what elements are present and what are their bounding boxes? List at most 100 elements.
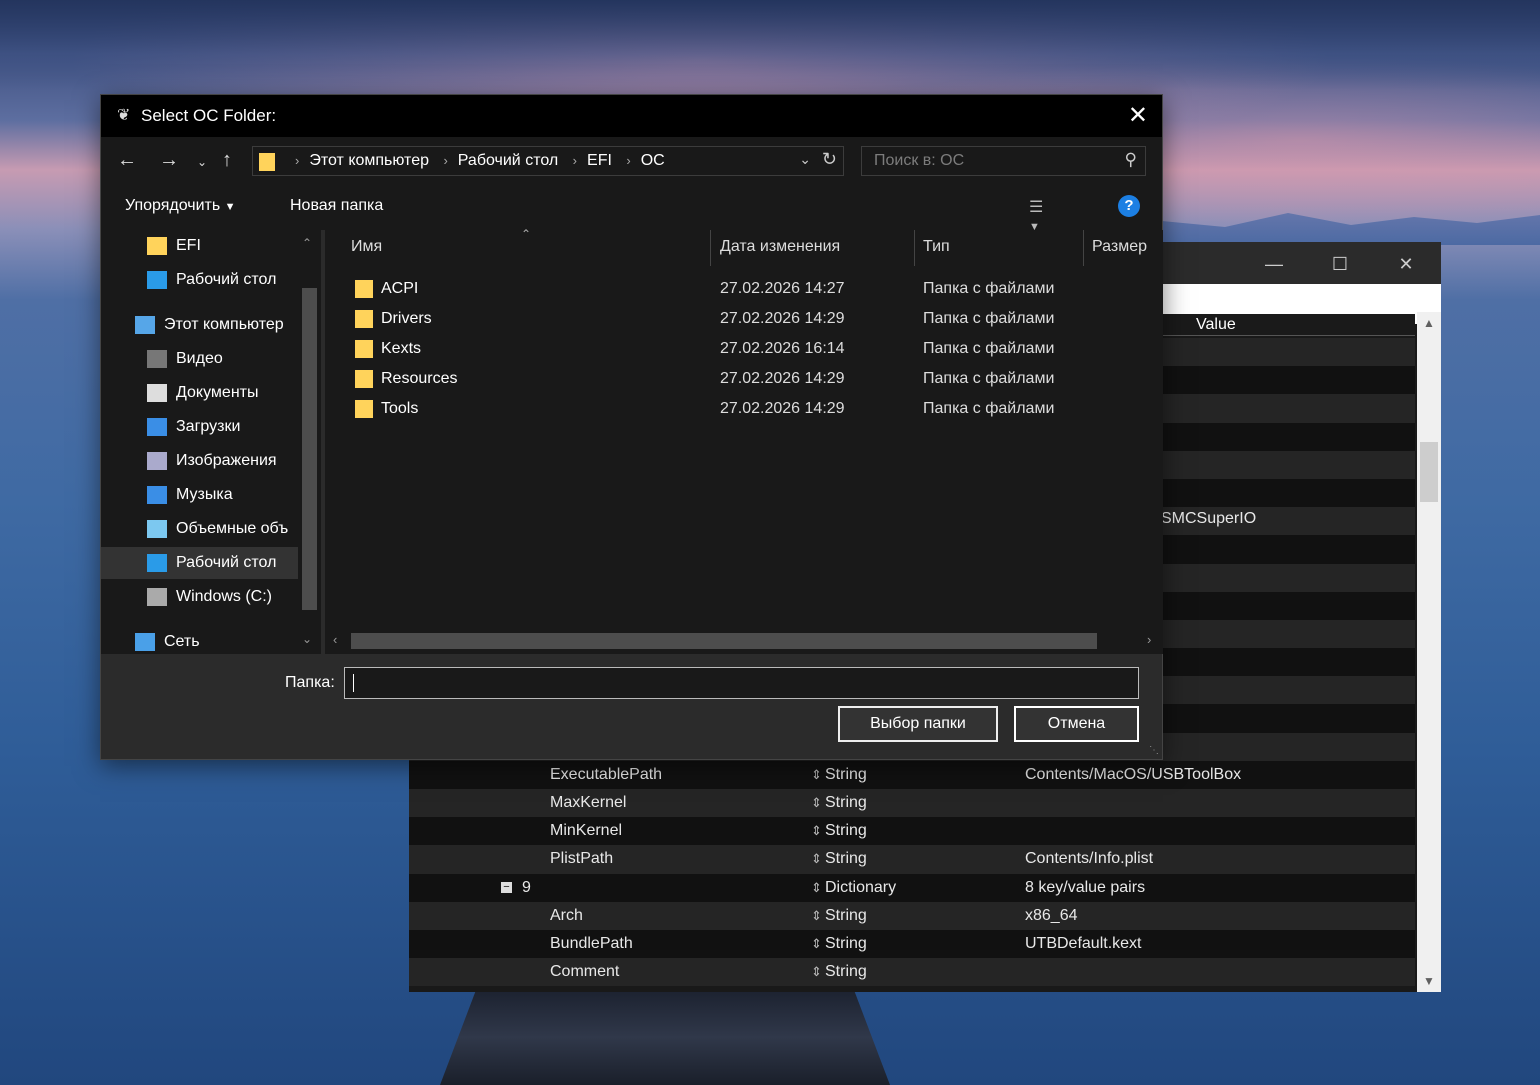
select-folder-button[interactable]: Выбор папки [838, 706, 998, 742]
file-row[interactable]: ACPI 27.02.2026 14:27 Папка с файлами [325, 274, 1145, 304]
plist-row[interactable]: MinKernel ⇕ String [409, 817, 1415, 846]
folder-icon [147, 237, 167, 255]
editor-vertical-scrollbar[interactable]: ▲ ▼ [1417, 312, 1441, 992]
row-type[interactable]: ⇕ String [811, 789, 867, 817]
plist-row[interactable]: PlistPath ⇕ String Contents/Info.plist [409, 845, 1415, 874]
file-row[interactable]: Drivers 27.02.2026 14:29 Папка с файлами [325, 304, 1145, 334]
view-options-icon[interactable]: ☰ ▼ [1029, 197, 1055, 233]
horizontal-scrollbar[interactable]: ‹ › [325, 630, 1163, 652]
row-type[interactable]: ⇕ String [811, 930, 867, 958]
nav-item[interactable]: Загрузки [101, 411, 298, 443]
folder-icon [355, 340, 373, 358]
row-type-label: String [825, 963, 867, 981]
scroll-up-icon[interactable]: ▲ [1417, 316, 1441, 330]
search-input[interactable]: Поиск в: OC ⚲ [861, 146, 1146, 176]
row-type-label: String [825, 934, 867, 952]
plist-row[interactable]: BundlePath ⇕ String UTBDefault.kext [409, 929, 1415, 959]
nav-item[interactable]: EFI [101, 230, 298, 262]
recent-locations-chevron-icon[interactable]: ⌄ [197, 155, 207, 169]
folder-icon [355, 280, 373, 298]
computer-icon [135, 316, 155, 334]
refresh-icon[interactable]: ↻ [822, 149, 837, 170]
plist-row[interactable]: MaxKernel ⇕ String [409, 789, 1415, 818]
new-folder-button[interactable]: Новая папка [290, 197, 383, 215]
address-bar[interactable]: › Этот компьютер › Рабочий стол › EFI › OC ⌄… [252, 146, 844, 176]
column-header-name[interactable]: Имя [351, 238, 382, 256]
scroll-right-icon[interactable]: › [1147, 632, 1151, 647]
plist-row[interactable]: −9 ⇕ Dictionary 8 key/value pairs [409, 873, 1415, 902]
scroll-left-icon[interactable]: ‹ [333, 632, 337, 647]
file-row[interactable]: Kexts 27.02.2026 16:14 Папка с файлами [325, 334, 1145, 364]
row-type-label: String [825, 794, 867, 811]
search-icon[interactable]: ⚲ [1125, 150, 1137, 170]
nav-item[interactable]: Этот компьютер [101, 309, 298, 341]
file-row[interactable]: Tools 27.02.2026 14:29 Папка с файлами [325, 394, 1145, 424]
breadcrumb-item[interactable]: Этот компьютер [309, 152, 429, 169]
plist-row[interactable]: Arch ⇕ String x86_64 [409, 901, 1415, 930]
scroll-down-icon[interactable]: ▼ [1417, 974, 1441, 988]
organize-menu-button[interactable]: Упорядочить ▼ [125, 197, 236, 215]
plist-row[interactable]: Comment ⇕ String [409, 958, 1415, 987]
close-icon[interactable]: ✕ [1128, 101, 1148, 130]
file-row[interactable]: Resources 27.02.2026 14:29 Папка с файлами [325, 364, 1145, 394]
back-arrow-icon[interactable]: ← [117, 149, 137, 172]
text-caret [353, 674, 354, 692]
nav-item-label: Объемные объ [176, 520, 289, 537]
row-key: Arch [550, 906, 583, 924]
maximize-icon[interactable]: ☐ [1328, 252, 1352, 276]
minimize-icon[interactable]: — [1262, 252, 1286, 276]
folder-icon [355, 370, 373, 388]
value-column-header[interactable]: Value [1159, 314, 1415, 336]
dialog-footer: Папка: Выбор папки Отмена ⋱ [101, 654, 1162, 759]
chevron-down-icon[interactable]: ⌄ [799, 151, 811, 168]
resize-grip-icon[interactable]: ⋱ [1149, 745, 1159, 756]
nav-item[interactable]: Рабочий стол [101, 264, 298, 296]
nav-item[interactable]: Windows (C:) [101, 581, 298, 613]
row-type[interactable]: ⇕ String [811, 817, 867, 845]
cancel-button[interactable]: Отмена [1014, 706, 1139, 742]
nav-item[interactable]: Объемные объ [101, 513, 298, 545]
nav-item[interactable]: Изображения [101, 445, 298, 477]
dialog-title: Select OC Folder: [141, 106, 277, 125]
app-feather-icon: ❦ [117, 107, 131, 124]
help-icon[interactable]: ? [1118, 195, 1140, 217]
scroll-thumb[interactable] [302, 288, 317, 610]
collapse-icon[interactable]: − [501, 881, 512, 893]
nav-item[interactable]: Рабочий стол [101, 547, 298, 579]
file-name: Kexts [381, 340, 422, 357]
scroll-up-icon[interactable]: ⌃ [302, 236, 312, 250]
close-icon[interactable]: ✕ [1394, 252, 1418, 276]
row-type[interactable]: ⇕ String [811, 902, 867, 930]
row-type[interactable]: ⇕ Dictionary [811, 874, 896, 902]
column-header-type[interactable]: Тип [923, 238, 950, 256]
scroll-down-icon[interactable]: ⌄ [302, 632, 312, 646]
column-divider[interactable] [914, 230, 915, 266]
breadcrumb-item[interactable]: EFI [587, 152, 612, 169]
breadcrumb-item[interactable]: OC [641, 152, 665, 169]
column-divider[interactable] [1083, 230, 1084, 266]
column-header-date[interactable]: Дата изменения [720, 238, 840, 256]
row-key: 9 [522, 878, 531, 896]
folder-name-field[interactable] [344, 667, 1139, 699]
column-header-size[interactable]: Размер [1092, 238, 1147, 256]
nav-item[interactable]: Документы [101, 377, 298, 409]
nav-item[interactable]: Музыка [101, 479, 298, 511]
row-type[interactable]: ⇕ String [811, 761, 867, 789]
row-key: MinKernel [550, 822, 623, 840]
row-type[interactable]: ⇕ String [811, 845, 867, 873]
nav-item-label: Музыка [176, 486, 233, 503]
up-arrow-icon[interactable]: ↑ [222, 149, 232, 172]
breadcrumb-item[interactable]: Рабочий стол [458, 152, 558, 169]
navigation-pane: ⌃ ⌄ EFI Рабочий стол Этот компьютер Видео До… [101, 230, 321, 654]
nav-item[interactable]: Видео [101, 343, 298, 375]
nav-item[interactable]: Сеть [101, 626, 298, 654]
plist-row[interactable]: ExecutablePath ⇕ String Contents/MacOS/USBT… [409, 760, 1415, 789]
scroll-thumb[interactable] [351, 633, 1097, 649]
scroll-thumb[interactable] [1420, 442, 1438, 502]
file-type: Папка с файлами [923, 370, 1055, 387]
column-divider[interactable] [710, 230, 711, 266]
wallpaper-sky [0, 0, 1540, 90]
forward-arrow-icon[interactable]: → [159, 149, 179, 172]
nav-vertical-scrollbar[interactable]: ⌃ ⌄ [298, 230, 321, 654]
row-type[interactable]: ⇕ String [811, 958, 867, 986]
